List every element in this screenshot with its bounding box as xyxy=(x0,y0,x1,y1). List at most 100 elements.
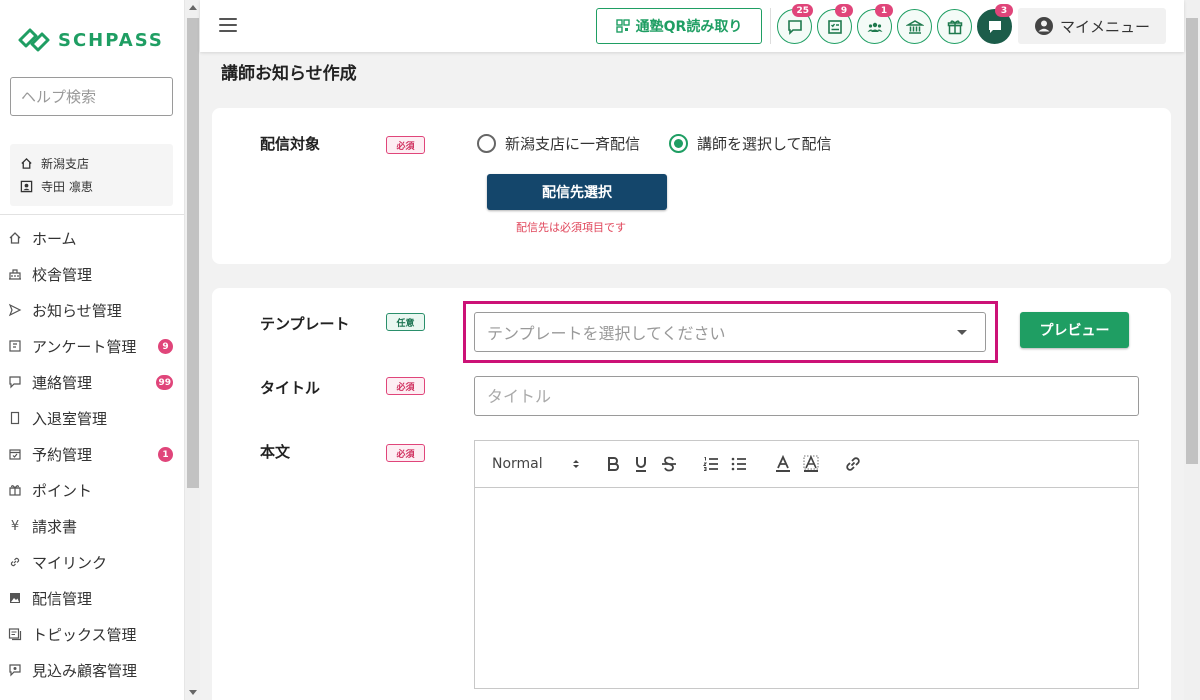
qr-code-icon xyxy=(615,19,630,33)
gift-button[interactable] xyxy=(937,9,972,44)
help-search-input[interactable] xyxy=(10,77,173,116)
bullet-list-button[interactable] xyxy=(729,453,749,475)
sidebar-item-label: ホーム xyxy=(32,229,77,248)
background-color-button[interactable] xyxy=(801,453,821,475)
school-row: 新潟支店 xyxy=(20,152,163,175)
underline-button[interactable] xyxy=(631,453,651,475)
sidebar-divider xyxy=(0,214,184,215)
yen-icon: ¥ xyxy=(10,518,20,534)
radio-broadcast-all[interactable]: 新潟支店に一斉配信 xyxy=(477,133,640,154)
page-scroll-thumb[interactable] xyxy=(1186,18,1198,464)
preview-button[interactable]: プレビュー xyxy=(1020,312,1129,348)
radio-select-teachers[interactable]: 講師を選択して配信 xyxy=(669,133,832,154)
tasks-badge: 9 xyxy=(835,4,853,17)
required-badge: 必須 xyxy=(386,444,425,462)
groups-button[interactable]: 1 xyxy=(857,4,893,44)
bullet-list-icon xyxy=(731,457,746,471)
header-divider xyxy=(770,8,771,44)
template-select[interactable]: テンプレートを選択してください xyxy=(474,312,986,352)
format-select-value: Normal xyxy=(492,456,543,472)
recipients-error-message: 配信先は必須項目です xyxy=(516,221,626,234)
sidebar: SCHPASS 新潟支店 寺田 凛恵 ホーム 校舎管理 お知らせ管理 アンケート… xyxy=(0,0,184,700)
sidebar-item-label: 請求書 xyxy=(32,517,78,536)
sidebar-item-prospects[interactable]: 見込み顧客管理 xyxy=(0,652,184,688)
chat-button[interactable]: 3 xyxy=(977,4,1013,44)
bold-button[interactable] xyxy=(603,453,623,475)
calendar-icon xyxy=(8,447,22,461)
sidebar-nav: ホーム 校舎管理 お知らせ管理 アンケート管理 9 連絡管理 99 入退室管理 … xyxy=(0,220,184,688)
scroll-up-arrow-icon[interactable] xyxy=(189,5,197,10)
strikethrough-button[interactable] xyxy=(659,453,679,475)
user-info: 新潟支店 寺田 凛恵 xyxy=(10,144,173,206)
sidebar-item-label: 配信管理 xyxy=(32,589,93,608)
strikethrough-icon xyxy=(662,456,676,472)
sidebar-scrollbar[interactable] xyxy=(184,0,200,700)
scroll-down-arrow-icon[interactable] xyxy=(189,690,197,695)
sidebar-item-label: ポイント xyxy=(32,481,93,500)
sidebar-item-attendance[interactable]: 入退室管理 xyxy=(0,400,184,436)
topics-icon xyxy=(8,627,22,641)
school-button[interactable] xyxy=(897,9,932,44)
sidebar-item-label: 校舎管理 xyxy=(32,265,93,284)
sidebar-item-label: マイリンク xyxy=(32,553,108,572)
institution-icon xyxy=(905,19,924,34)
my-menu-button[interactable]: マイメニュー xyxy=(1018,8,1166,44)
radio-checked-icon xyxy=(669,134,688,153)
chat-badge: 3 xyxy=(995,4,1013,17)
top-header: 通塾QR読み取り 25 9 1 3 マイメニュー xyxy=(200,0,1184,52)
logo-mark-icon xyxy=(18,28,50,52)
required-badge: 必須 xyxy=(386,377,425,395)
home-icon xyxy=(8,231,22,245)
title-label: タイトル xyxy=(260,379,321,397)
group-icon xyxy=(867,22,882,32)
sidebar-item-schools[interactable]: 校舎管理 xyxy=(0,256,184,292)
hamburger-menu-icon[interactable] xyxy=(219,18,237,32)
radio-unchecked-icon xyxy=(477,134,496,153)
editor-body[interactable] xyxy=(475,488,1138,688)
page-scrollbar[interactable] xyxy=(1184,0,1200,700)
qr-scan-button[interactable]: 通塾QR読み取り xyxy=(596,8,762,44)
sidebar-item-mylinks[interactable]: マイリンク xyxy=(0,544,184,580)
logo[interactable]: SCHPASS xyxy=(16,26,164,54)
messages-button[interactable]: 25 xyxy=(777,4,813,44)
my-menu-label: マイメニュー xyxy=(1059,17,1150,36)
send-icon xyxy=(8,303,22,317)
sidebar-item-points[interactable]: ポイント xyxy=(0,472,184,508)
gift-icon xyxy=(8,483,22,497)
format-select[interactable]: Normal xyxy=(492,453,582,475)
account-circle-icon xyxy=(1034,17,1053,35)
sidebar-item-label: 入退室管理 xyxy=(32,409,108,428)
sidebar-scroll-thumb[interactable] xyxy=(187,18,199,488)
select-recipients-button[interactable]: 配信先選択 xyxy=(487,174,667,210)
sidebar-item-label: お知らせ管理 xyxy=(32,301,122,320)
user-row: 寺田 凛恵 xyxy=(20,175,163,198)
sidebar-item-surveys[interactable]: アンケート管理 9 xyxy=(0,328,184,364)
chat-bubble-icon xyxy=(988,20,1001,33)
delivery-label: 配信対象 xyxy=(260,135,321,153)
messages-badge: 25 xyxy=(792,4,813,17)
ordered-list-button[interactable] xyxy=(701,453,721,475)
sidebar-item-invoices[interactable]: ¥ 請求書 xyxy=(0,508,184,544)
contact-count-badge: 99 xyxy=(156,375,173,390)
title-input[interactable] xyxy=(474,376,1139,416)
checklist-icon xyxy=(827,19,842,34)
sidebar-item-contact[interactable]: 連絡管理 99 xyxy=(0,364,184,400)
sidebar-item-notices[interactable]: お知らせ管理 xyxy=(0,292,184,328)
tasks-button[interactable]: 9 xyxy=(817,4,853,44)
text-color-button[interactable] xyxy=(773,453,793,475)
sidebar-item-label: 予約管理 xyxy=(32,445,93,464)
sidebar-item-reservations[interactable]: 予約管理 1 xyxy=(0,436,184,472)
sidebar-item-topics[interactable]: トピックス管理 xyxy=(0,616,184,652)
sidebar-item-distribution[interactable]: 配信管理 xyxy=(0,580,184,616)
dropdown-arrow-icon xyxy=(957,330,967,335)
radio-select-teachers-label: 講師を選択して配信 xyxy=(697,135,832,153)
sidebar-item-home[interactable]: ホーム xyxy=(0,220,184,256)
image-icon xyxy=(8,591,22,605)
school-name: 新潟支店 xyxy=(41,157,90,171)
logo-text: SCHPASS xyxy=(58,29,164,51)
link-icon xyxy=(8,555,22,569)
body-label: 本文 xyxy=(260,443,291,461)
link-button[interactable] xyxy=(843,453,863,475)
sidebar-item-label: トピックス管理 xyxy=(32,625,137,644)
delivery-card xyxy=(212,108,1171,264)
